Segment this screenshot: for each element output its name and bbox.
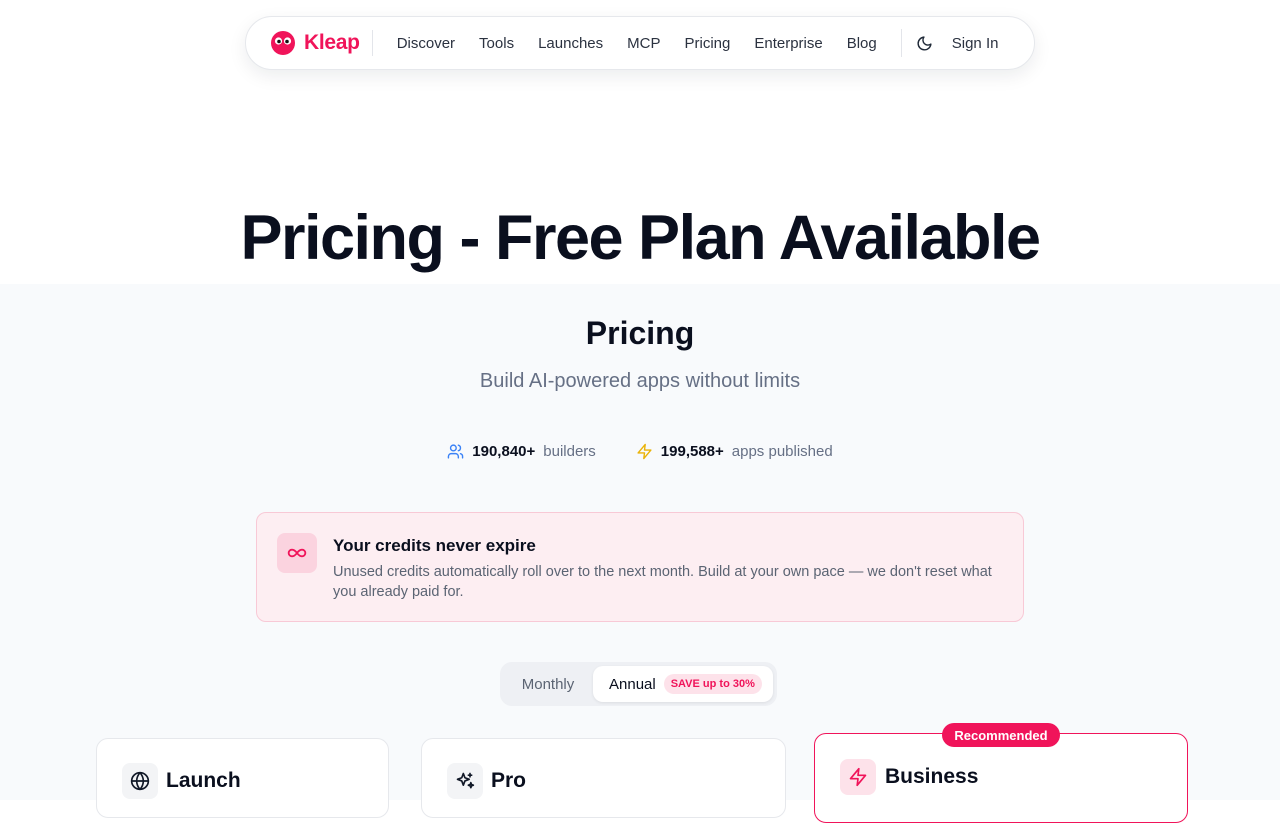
plan-icon-box	[122, 763, 158, 799]
pricing-heading: Pricing	[585, 315, 695, 351]
plan-card-pro[interactable]: Pro	[421, 738, 786, 818]
stat-label: builders	[543, 443, 596, 460]
annual-label: Annual	[609, 675, 656, 693]
pricing-section: Pricing Build AI-powered apps without li…	[0, 284, 1280, 800]
billing-annual-tab[interactable]: Annual SAVE up to 30%	[593, 666, 773, 702]
billing-toggle: Monthly Annual SAVE up to 30%	[500, 662, 777, 706]
save-badge: SAVE up to 30%	[663, 674, 762, 694]
stat-value: 199,588+	[660, 443, 724, 460]
nav-link-mcp[interactable]: MCP	[627, 35, 660, 52]
zap-icon	[637, 443, 652, 460]
plan-name: Pro	[491, 769, 527, 792]
users-icon	[447, 444, 464, 459]
zap-icon	[849, 767, 867, 787]
infinity-icon	[287, 548, 307, 558]
stats-row: 190,840+ builders 199,588+ apps publishe…	[0, 443, 1280, 460]
pricing-subtitle: Build AI-powered apps without limits	[479, 370, 801, 392]
credits-banner: Your credits never expire Unused credits…	[256, 512, 1024, 622]
nav-divider	[371, 30, 373, 56]
stat-builders: 190,840+ builders	[447, 443, 596, 460]
nav-link-launches[interactable]: Launches	[538, 35, 603, 52]
sparkles-icon	[456, 772, 475, 789]
plan-icon-box	[840, 759, 876, 795]
nav-link-blog[interactable]: Blog	[847, 35, 877, 52]
credits-text: Unused credits automatically roll over t…	[333, 564, 992, 600]
logo-text: Kleap	[304, 31, 360, 54]
sign-in-button[interactable]: Sign In	[952, 35, 999, 52]
top-navbar: Kleap Discover Tools Launches MCP Pricin…	[245, 16, 1035, 70]
credits-title: Your credits never expire	[333, 536, 536, 555]
stat-apps: 199,588+ apps published	[636, 443, 833, 460]
plan-name: Business	[885, 765, 979, 788]
stat-value: 190,840+	[472, 443, 536, 460]
moon-icon	[917, 35, 932, 50]
nav-divider	[900, 29, 902, 57]
kleap-logo[interactable]: Kleap	[270, 30, 360, 56]
billing-monthly-tab[interactable]: Monthly	[504, 666, 592, 702]
nav-link-tools[interactable]: Tools	[479, 35, 514, 52]
nav-links: Discover Tools Launches MCP Pricing Ente…	[397, 35, 877, 52]
recommended-badge: Recommended	[942, 723, 1060, 747]
nav-link-discover[interactable]: Discover	[397, 35, 455, 52]
infinity-icon-box	[277, 533, 317, 573]
kleap-logo-icon	[271, 31, 295, 55]
page-title: Pricing - Free Plan Available	[240, 203, 1041, 273]
stat-label: apps published	[731, 443, 833, 460]
plan-name: Launch	[166, 769, 241, 792]
globe-icon	[130, 771, 150, 791]
nav-link-pricing[interactable]: Pricing	[684, 35, 730, 52]
plan-icon-box	[447, 763, 483, 799]
nav-link-enterprise[interactable]: Enterprise	[754, 35, 822, 52]
plan-card-launch[interactable]: Launch	[96, 738, 389, 818]
dark-mode-toggle[interactable]	[916, 34, 934, 52]
